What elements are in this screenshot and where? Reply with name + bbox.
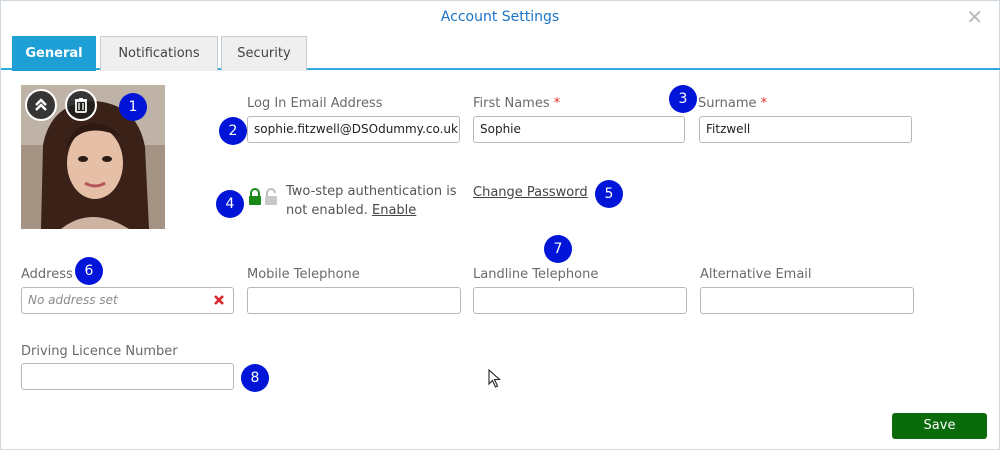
surname-field[interactable]: Fitzwell [699, 116, 912, 143]
chevron-up-icon[interactable] [25, 89, 57, 121]
save-button[interactable]: Save [892, 413, 987, 439]
annotation-badge-2: 2 [219, 117, 247, 145]
dialog-title: Account Settings [440, 9, 560, 25]
landline-field[interactable] [473, 287, 687, 314]
annotation-badge-5: 5 [595, 180, 623, 208]
email-field[interactable]: sophie.fitzwell@DSOdummy.co.uk [247, 116, 460, 143]
email-label: Log In Email Address [247, 96, 383, 111]
two-step-text-line1: Two-step authentication is [286, 184, 457, 199]
mobile-field[interactable] [247, 287, 461, 314]
tab-general[interactable]: General [12, 36, 96, 71]
annotation-badge-7: 7 [544, 235, 572, 263]
clear-address-icon[interactable] [212, 292, 226, 311]
first-names-label-text: First Names [473, 96, 550, 111]
annotation-badge-8: 8 [241, 364, 269, 392]
mobile-label: Mobile Telephone [247, 267, 360, 282]
two-step-status: Two-step authentication is not enabled. … [286, 182, 457, 220]
alt-email-field[interactable] [700, 287, 914, 314]
tab-notifications[interactable]: Notifications [100, 36, 218, 71]
landline-label: Landline Telephone [473, 267, 599, 282]
annotation-badge-1: 1 [119, 93, 147, 121]
address-field[interactable]: No address set [21, 287, 234, 314]
licence-field[interactable] [21, 363, 234, 390]
change-password-link[interactable]: Change Password [473, 185, 588, 200]
alt-email-label: Alternative Email [700, 267, 812, 282]
annotation-badge-3: 3 [669, 85, 697, 113]
two-step-text-line2: not enabled. Enable [286, 201, 457, 220]
tab-bar: General Notifications Security [1, 34, 1000, 71]
two-step-text-line2-text: not enabled. [286, 203, 368, 218]
surname-label-text: Surname [698, 96, 757, 111]
surname-label: Surname * [698, 96, 767, 111]
required-asterisk: * [553, 96, 561, 111]
unlock-icon [264, 188, 278, 210]
first-names-label: First Names * [473, 96, 560, 111]
licence-label: Driving Licence Number [21, 344, 178, 359]
first-names-field[interactable]: Sophie [473, 116, 685, 143]
account-settings-dialog: Account Settings ✕ General Notifications… [0, 0, 1000, 450]
mouse-cursor-icon [488, 368, 502, 393]
required-asterisk: * [760, 96, 768, 111]
address-label: Address [21, 267, 73, 282]
close-icon[interactable]: ✕ [966, 7, 983, 27]
enable-two-step-link[interactable]: Enable [372, 203, 416, 218]
annotation-badge-4: 4 [216, 190, 244, 218]
trash-icon[interactable] [65, 89, 97, 121]
tab-security[interactable]: Security [221, 36, 307, 71]
lock-icon [248, 188, 262, 210]
annotation-badge-6: 6 [75, 257, 103, 285]
